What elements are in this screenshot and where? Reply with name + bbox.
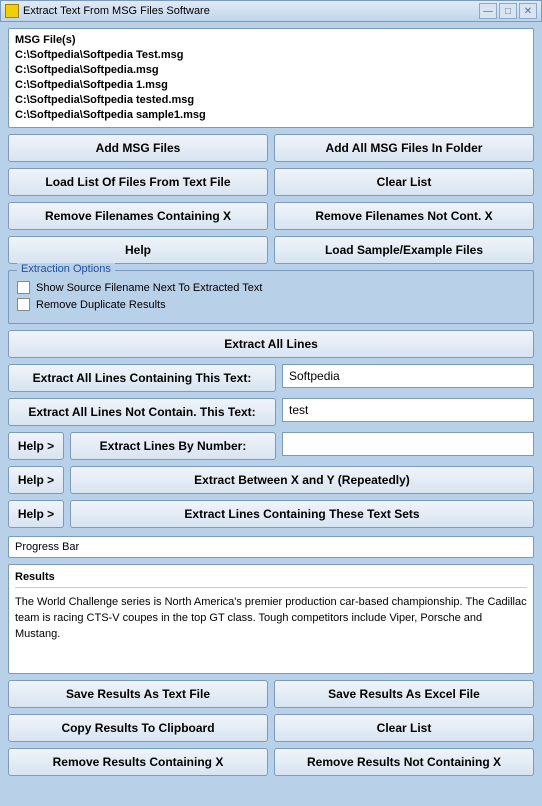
progress-bar: Progress Bar bbox=[8, 536, 534, 558]
help-textsets-button[interactable]: Help > bbox=[8, 500, 64, 528]
remove-duplicate-checkbox[interactable] bbox=[17, 298, 30, 311]
file-list-item[interactable]: C:\Softpedia\Softpedia tested.msg bbox=[15, 93, 527, 108]
remove-not-containing-button[interactable]: Remove Filenames Not Cont. X bbox=[274, 202, 534, 230]
results-header: Results bbox=[15, 571, 527, 588]
file-list-header: MSG File(s) bbox=[15, 33, 527, 48]
show-source-checkbox[interactable] bbox=[17, 281, 30, 294]
file-list-item[interactable]: C:\Softpedia\Softpedia sample1.msg bbox=[15, 108, 527, 123]
load-sample-button[interactable]: Load Sample/Example Files bbox=[274, 236, 534, 264]
clear-results-button[interactable]: Clear List bbox=[274, 714, 534, 742]
remove-containing-button[interactable]: Remove Filenames Containing X bbox=[8, 202, 268, 230]
load-list-button[interactable]: Load List Of Files From Text File bbox=[8, 168, 268, 196]
extract-containing-button[interactable]: Extract All Lines Containing This Text: bbox=[8, 364, 276, 392]
save-text-button[interactable]: Save Results As Text File bbox=[8, 680, 268, 708]
clear-list-button[interactable]: Clear List bbox=[274, 168, 534, 196]
results-text: The World Challenge series is North Amer… bbox=[15, 594, 527, 642]
help-between-button[interactable]: Help > bbox=[8, 466, 64, 494]
titlebar: Extract Text From MSG Files Software — □… bbox=[0, 0, 542, 22]
window-title: Extract Text From MSG Files Software bbox=[23, 5, 479, 17]
by-number-input[interactable] bbox=[282, 432, 534, 456]
file-list-item[interactable]: C:\Softpedia\Softpedia 1.msg bbox=[15, 78, 527, 93]
add-msg-files-button[interactable]: Add MSG Files bbox=[8, 134, 268, 162]
extract-not-containing-button[interactable]: Extract All Lines Not Contain. This Text… bbox=[8, 398, 276, 426]
file-list[interactable]: MSG File(s) C:\Softpedia\Softpedia Test.… bbox=[8, 28, 534, 128]
add-folder-button[interactable]: Add All MSG Files In Folder bbox=[274, 134, 534, 162]
close-button[interactable]: ✕ bbox=[519, 3, 537, 19]
not-containing-text-input[interactable] bbox=[282, 398, 534, 422]
show-source-label: Show Source Filename Next To Extracted T… bbox=[36, 282, 262, 294]
extract-by-number-button[interactable]: Extract Lines By Number: bbox=[70, 432, 276, 460]
remove-results-x-button[interactable]: Remove Results Containing X bbox=[8, 748, 268, 776]
file-list-item[interactable]: C:\Softpedia\Softpedia.msg bbox=[15, 63, 527, 78]
maximize-button[interactable]: □ bbox=[499, 3, 517, 19]
help-number-button[interactable]: Help > bbox=[8, 432, 64, 460]
help-button[interactable]: Help bbox=[8, 236, 268, 264]
extract-between-button[interactable]: Extract Between X and Y (Repeatedly) bbox=[70, 466, 534, 494]
save-excel-button[interactable]: Save Results As Excel File bbox=[274, 680, 534, 708]
extraction-options-legend: Extraction Options bbox=[17, 263, 115, 275]
containing-text-input[interactable] bbox=[282, 364, 534, 388]
extraction-options-fieldset: Extraction Options Show Source Filename … bbox=[8, 270, 534, 324]
file-list-item[interactable]: C:\Softpedia\Softpedia Test.msg bbox=[15, 48, 527, 63]
app-icon bbox=[5, 4, 19, 18]
extract-textsets-button[interactable]: Extract Lines Containing These Text Sets bbox=[70, 500, 534, 528]
results-box[interactable]: Results The World Challenge series is No… bbox=[8, 564, 534, 674]
remove-duplicate-label: Remove Duplicate Results bbox=[36, 299, 166, 311]
minimize-button[interactable]: — bbox=[479, 3, 497, 19]
copy-clipboard-button[interactable]: Copy Results To Clipboard bbox=[8, 714, 268, 742]
extract-all-lines-button[interactable]: Extract All Lines bbox=[8, 330, 534, 358]
progress-label: Progress Bar bbox=[15, 541, 79, 553]
remove-results-not-x-button[interactable]: Remove Results Not Containing X bbox=[274, 748, 534, 776]
